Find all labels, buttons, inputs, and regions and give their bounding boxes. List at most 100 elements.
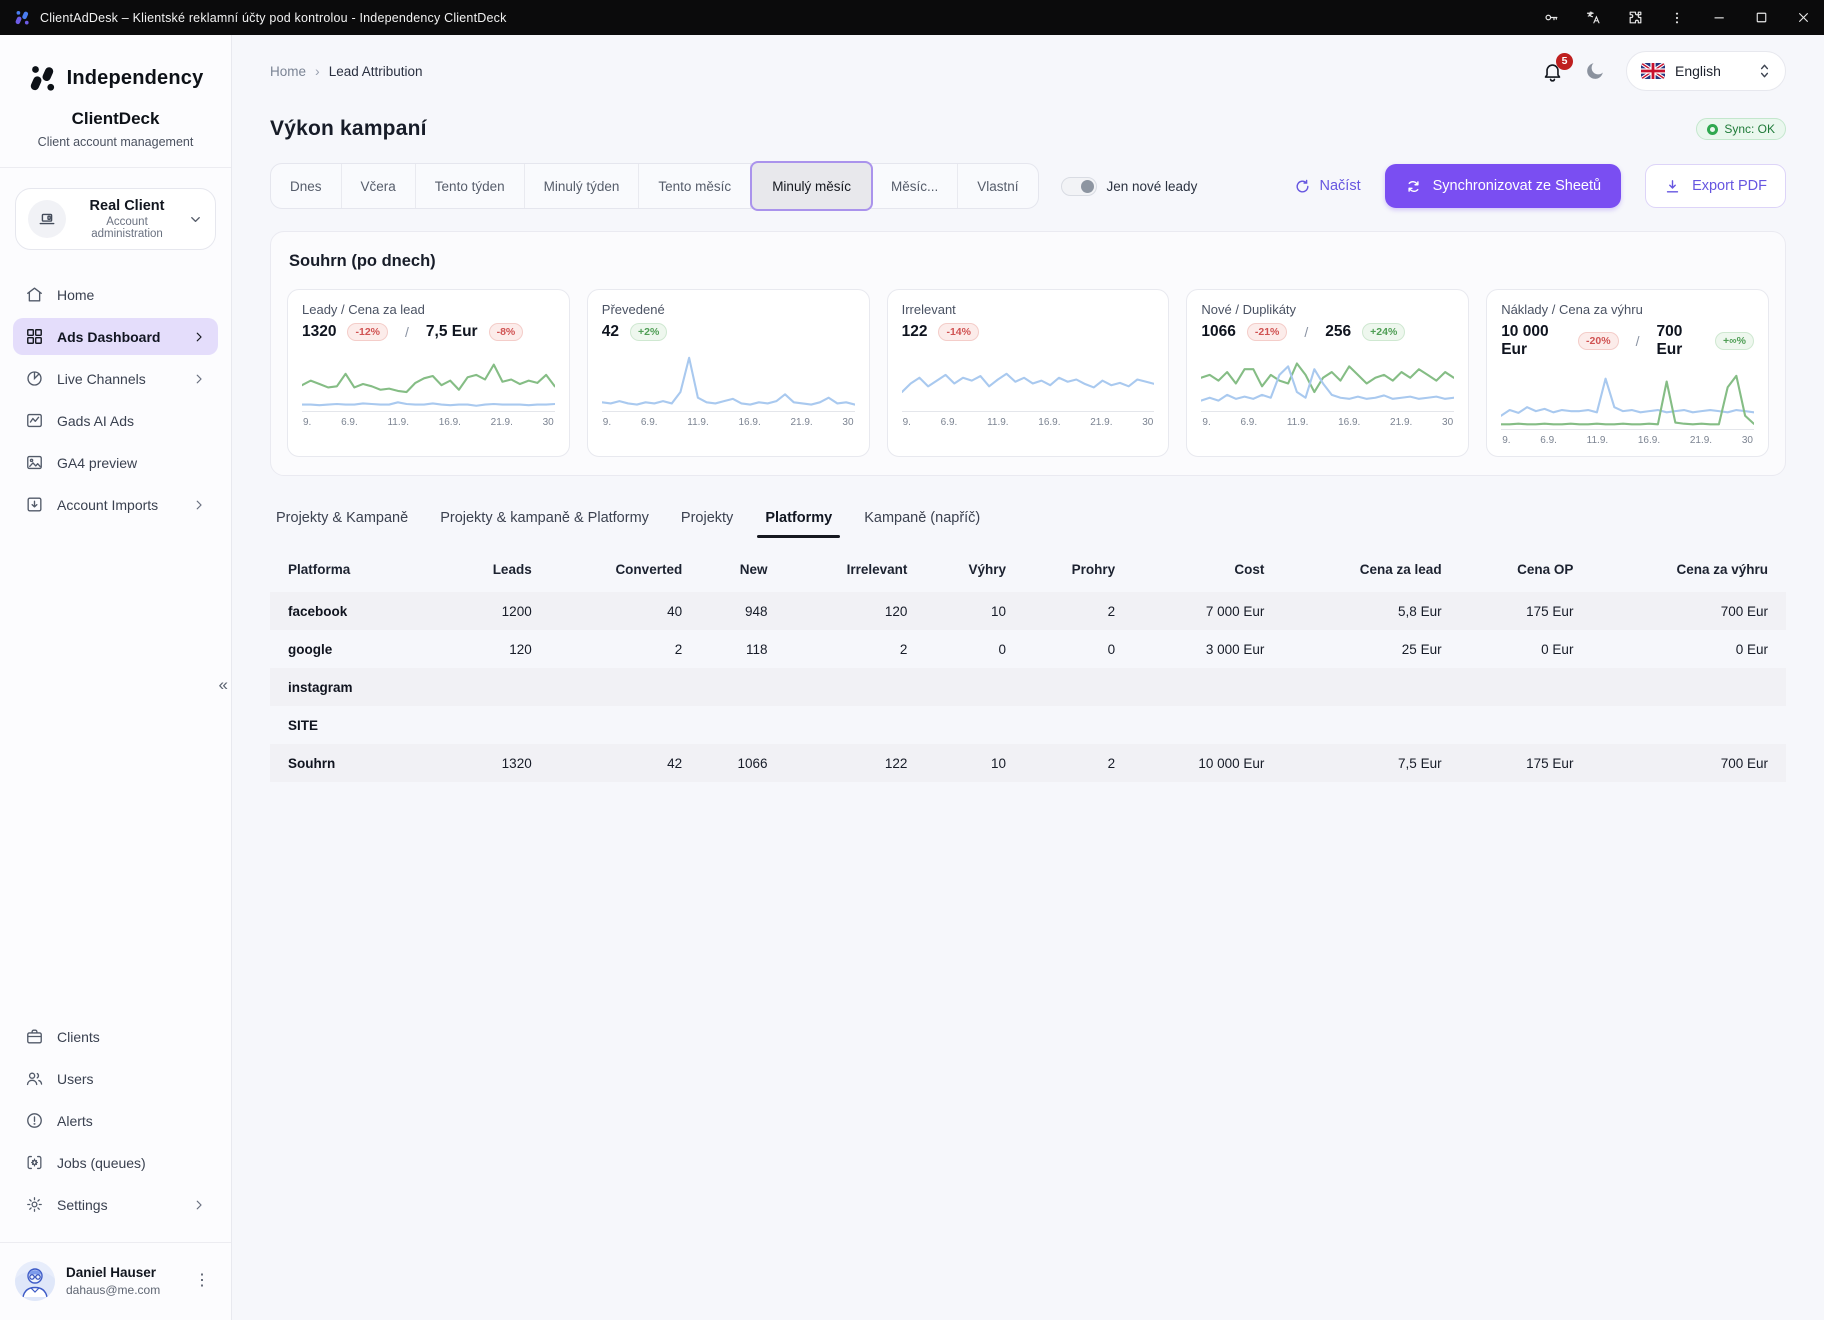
download-icon bbox=[1664, 178, 1681, 195]
user-menu-kebab-icon[interactable]: ⋮ bbox=[188, 1274, 216, 1288]
toggle-track bbox=[1061, 177, 1097, 196]
value-cell: 1320 bbox=[448, 744, 549, 782]
close-icon[interactable] bbox=[1782, 0, 1824, 35]
translate-icon[interactable] bbox=[1572, 0, 1614, 35]
platform-cell: instagram bbox=[270, 668, 448, 706]
date-range-dnes[interactable]: Dnes bbox=[271, 164, 342, 208]
card-trend-badge-2: -8% bbox=[489, 323, 524, 341]
date-range-m-s-c-[interactable]: Měsíc... bbox=[872, 164, 958, 208]
export-pdf-button[interactable]: Export PDF bbox=[1645, 164, 1786, 208]
sidebar-item-ga4-preview[interactable]: GA4 preview bbox=[13, 444, 218, 481]
chevron-right-icon bbox=[192, 372, 206, 386]
axis-tick: 6.9. bbox=[641, 417, 658, 428]
sidebar-item-label: Home bbox=[57, 287, 206, 303]
maximize-icon[interactable] bbox=[1740, 0, 1782, 35]
dark-mode-toggle[interactable] bbox=[1584, 60, 1606, 82]
sidebar-item-alerts[interactable]: Alerts bbox=[13, 1102, 218, 1139]
client-switcher[interactable]: Real Client Account administration bbox=[15, 188, 216, 250]
notifications-button[interactable]: 5 bbox=[1541, 60, 1564, 83]
sparkline-axis: 9.6.9.11.9.16.9.21.9.30 bbox=[1501, 435, 1754, 446]
user-account[interactable]: Daniel Hauser dahaus@me.com ⋮ bbox=[0, 1248, 231, 1316]
table-body: facebook1200409481201027 000 Eur5,8 Eur1… bbox=[270, 592, 1786, 782]
table-row: google12021182003 000 Eur25 Eur0 Eur0 Eu… bbox=[270, 630, 1786, 668]
user-name: Daniel Hauser bbox=[66, 1265, 177, 1280]
date-range-v-era[interactable]: Včera bbox=[342, 164, 416, 208]
sidebar: Independency ClientDeck Client account m… bbox=[0, 35, 232, 1320]
sync-status-badge: Sync: OK bbox=[1696, 118, 1786, 140]
date-range-tento-t-den[interactable]: Tento týden bbox=[416, 164, 525, 208]
sidebar-item-gads-ai-ads[interactable]: Gads AI Ads bbox=[13, 402, 218, 439]
chevron-right-icon bbox=[192, 498, 206, 512]
axis-tick: 21.9. bbox=[1390, 417, 1412, 428]
minimize-icon[interactable] bbox=[1698, 0, 1740, 35]
breadcrumb-current: Lead Attribution bbox=[329, 64, 423, 79]
value-cell: 175 Eur bbox=[1460, 744, 1592, 782]
reload-button[interactable]: Načíst bbox=[1294, 178, 1361, 195]
tab-projekty[interactable]: Projekty bbox=[677, 506, 737, 538]
sidebar-item-jobs-queues-[interactable]: Jobs (queues) bbox=[13, 1144, 218, 1181]
sidebar-item-account-imports[interactable]: Account Imports bbox=[13, 486, 218, 523]
value-cell bbox=[925, 706, 1024, 744]
date-range-vlastn-[interactable]: Vlastní bbox=[958, 164, 1037, 208]
sync-status-text: Sync: OK bbox=[1724, 122, 1775, 136]
sidebar-collapse-button[interactable]: « bbox=[219, 675, 228, 695]
table-row: facebook1200409481201027 000 Eur5,8 Eur1… bbox=[270, 592, 1786, 630]
value-cell: 700 Eur bbox=[1591, 744, 1786, 782]
table-row: instagram bbox=[270, 668, 1786, 706]
key-icon[interactable] bbox=[1530, 0, 1572, 35]
card-value: 1320 bbox=[302, 323, 336, 341]
tab-kampan-nap-[interactable]: Kampaně (napříč) bbox=[860, 506, 984, 538]
value-cell: 42 bbox=[550, 744, 700, 782]
tab-projekty-kampan-platformy[interactable]: Projekty & kampaně & Platformy bbox=[436, 506, 653, 538]
value-cell bbox=[1460, 706, 1592, 744]
toggle-knob bbox=[1081, 180, 1094, 193]
main-content: Home › Lead Attribution 5 English bbox=[232, 35, 1824, 1320]
sidebar-item-live-channels[interactable]: Live Channels bbox=[13, 360, 218, 397]
date-range-tento-m-s-c[interactable]: Tento měsíc bbox=[639, 164, 751, 208]
client-name: Real Client bbox=[76, 198, 178, 214]
extensions-icon[interactable] bbox=[1614, 0, 1656, 35]
menu-kebab-icon[interactable] bbox=[1656, 0, 1698, 35]
axis-tick: 11.9. bbox=[687, 417, 709, 428]
sidebar-item-label: Settings bbox=[57, 1197, 179, 1213]
value-cell: 0 bbox=[1024, 630, 1133, 668]
language-value: English bbox=[1675, 63, 1748, 79]
card-trend-badge: -20% bbox=[1578, 332, 1619, 350]
sidebar-item-home[interactable]: Home bbox=[13, 276, 218, 313]
axis-tick: 16.9. bbox=[439, 417, 461, 428]
chevron-right-icon bbox=[192, 1198, 206, 1212]
value-cell bbox=[700, 706, 785, 744]
app-subtitle: Client account management bbox=[0, 135, 231, 149]
users-icon bbox=[25, 1069, 44, 1088]
card-title: Irrelevant bbox=[902, 302, 1155, 317]
axis-tick: 21.9. bbox=[491, 417, 513, 428]
value-separator: / bbox=[399, 324, 415, 340]
uk-flag-icon bbox=[1641, 63, 1665, 79]
breadcrumb-home[interactable]: Home bbox=[270, 64, 306, 79]
sidebar-item-users[interactable]: Users bbox=[13, 1060, 218, 1097]
sidebar-item-settings[interactable]: Settings bbox=[13, 1186, 218, 1223]
language-select[interactable]: English bbox=[1626, 51, 1786, 91]
sidebar-item-clients[interactable]: Clients bbox=[13, 1018, 218, 1055]
date-range-minul-t-den[interactable]: Minulý týden bbox=[525, 164, 640, 208]
value-cell: 10 000 Eur bbox=[1133, 744, 1282, 782]
date-range-minul-m-s-c[interactable]: Minulý měsíc bbox=[750, 161, 873, 211]
value-cell: 2 bbox=[550, 630, 700, 668]
sidebar-item-label: Live Channels bbox=[57, 371, 179, 387]
sidebar-item-ads-dashboard[interactable]: Ads Dashboard bbox=[13, 318, 218, 355]
card-value-2: 7,5 Eur bbox=[426, 323, 478, 341]
summary-card-1: Převedené42+2%9.6.9.11.9.16.9.21.9.30 bbox=[587, 289, 870, 457]
sidebar-item-label: Alerts bbox=[57, 1113, 206, 1129]
tab-projekty-kampan-[interactable]: Projekty & Kampaně bbox=[272, 506, 412, 538]
axis-tick: 16.9. bbox=[1338, 417, 1360, 428]
breadcrumb-separator: › bbox=[315, 63, 320, 79]
only-new-leads-toggle[interactable]: Jen nové leady bbox=[1061, 177, 1198, 196]
sync-sheets-button[interactable]: Synchronizovat ze Sheetů bbox=[1385, 164, 1621, 208]
axis-tick: 30 bbox=[1442, 417, 1453, 428]
window-titlebar: ClientAdDesk – Klientské reklamní účty p… bbox=[0, 0, 1824, 35]
value-cell: 120 bbox=[786, 592, 926, 630]
toggle-label: Jen nové leady bbox=[1107, 179, 1198, 194]
card-value: 42 bbox=[602, 323, 619, 341]
tab-platformy[interactable]: Platformy bbox=[761, 506, 836, 538]
divider bbox=[0, 1242, 231, 1243]
